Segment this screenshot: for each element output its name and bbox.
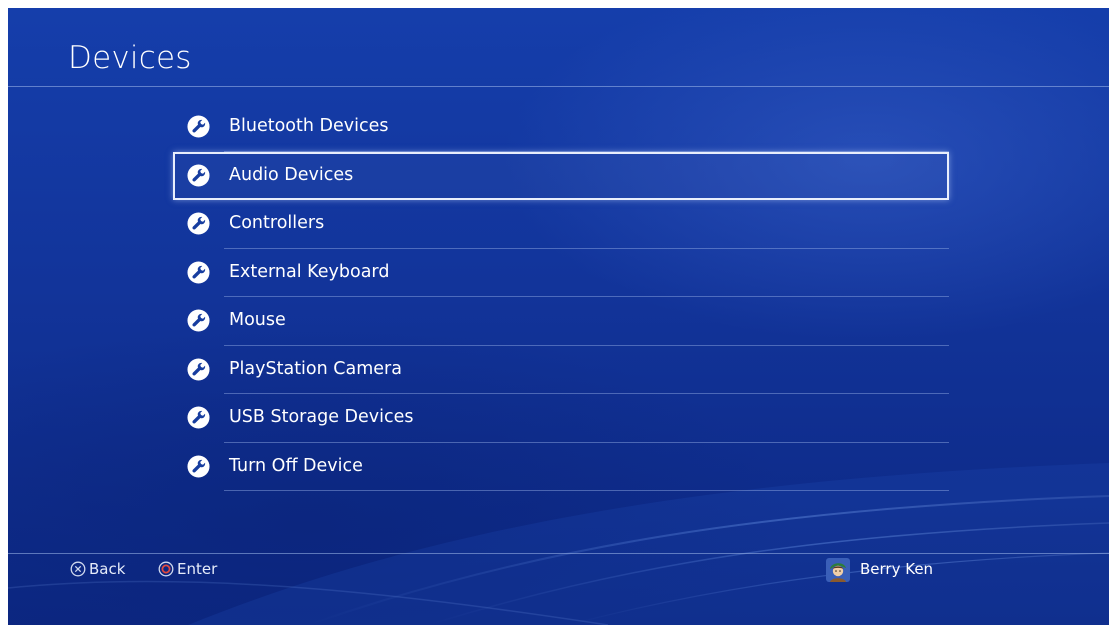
menu-item[interactable]: Turn Off Device (173, 443, 949, 491)
menu-item[interactable]: Mouse (173, 297, 949, 346)
wrench-icon (187, 309, 210, 332)
wrench-icon (187, 260, 210, 284)
wrench-icon-graphic (187, 212, 210, 235)
avatar (826, 558, 850, 582)
wrench-icon (187, 357, 210, 381)
wrench-icon-graphic (187, 454, 210, 478)
wrench-icon (187, 163, 210, 187)
enter-hint[interactable]: Enter (158, 560, 217, 578)
circle-button-icon (158, 561, 174, 577)
cross-button-icon (70, 561, 86, 577)
wrench-icon-graphic (187, 357, 210, 381)
wrench-icon-graphic (187, 260, 210, 284)
wrench-icon-graphic (187, 309, 210, 332)
wrench-icon-graphic (187, 115, 210, 138)
user-name: Berry Ken (860, 560, 934, 578)
wrench-icon (187, 406, 210, 429)
menu-item[interactable]: Audio Devices (173, 151, 949, 200)
menu-item-label: Bluetooth Devices (229, 116, 389, 136)
menu-item-label: Turn Off Device (229, 455, 363, 476)
footer-bar: Back Enter Berry Ken (8, 556, 1109, 586)
menu-item-label: Mouse (229, 310, 286, 330)
menu-item-label: Audio Devices (229, 164, 354, 185)
menu-item-label: Controllers (229, 213, 325, 233)
row-divider (224, 490, 949, 491)
menu-item[interactable]: Controllers (173, 200, 949, 249)
back-hint[interactable]: Back (70, 560, 125, 578)
menu-item[interactable]: PlayStation Camera (173, 346, 949, 394)
menu-item-label: PlayStation Camera (229, 358, 402, 379)
page-title: Devices (68, 40, 192, 76)
wrench-icon (187, 212, 210, 235)
enter-label: Enter (177, 560, 218, 578)
wrench-icon-graphic (187, 406, 210, 429)
wrench-icon (187, 115, 210, 138)
wrench-icon-graphic (187, 163, 210, 187)
wrench-icon (187, 454, 210, 478)
menu-item-label: USB Storage Devices (229, 407, 414, 427)
header-divider (8, 86, 1109, 87)
menu-item[interactable]: USB Storage Devices (173, 394, 949, 443)
back-label: Back (89, 560, 126, 578)
menu-item-label: External Keyboard (229, 261, 390, 282)
menu-item[interactable]: Bluetooth Devices (173, 103, 949, 152)
devices-menu: Bluetooth Devices Audio Devices Controller… (173, 103, 949, 491)
settings-screen: Devices Bluetooth Devices Audio Devices Co… (8, 8, 1109, 625)
menu-item[interactable]: External Keyboard (173, 249, 949, 297)
footer-divider (8, 553, 1109, 554)
